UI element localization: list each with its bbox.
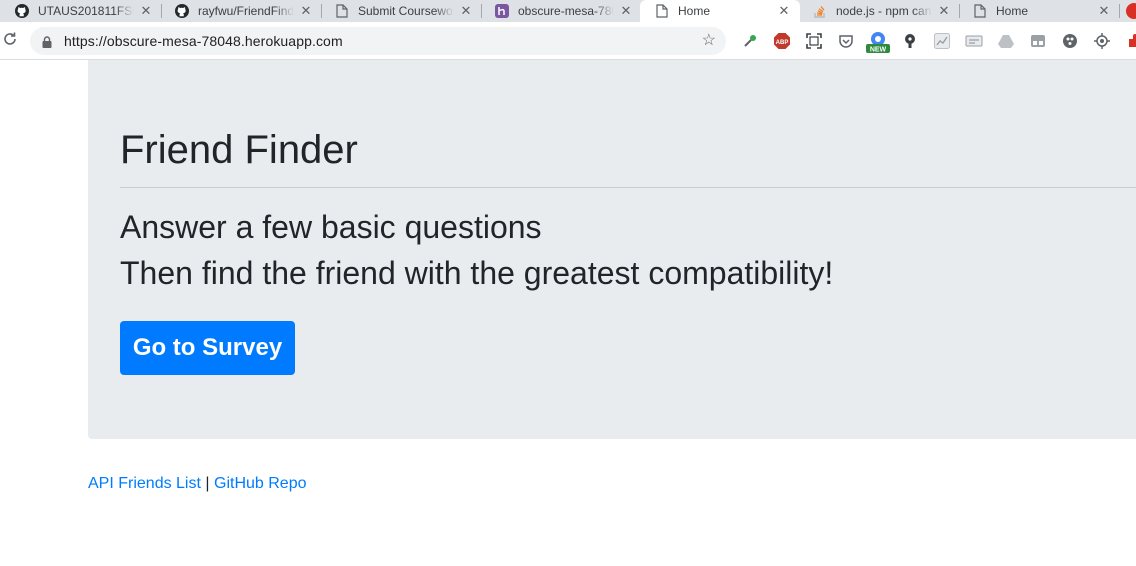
tab-divider — [1119, 4, 1120, 18]
divider — [120, 187, 1136, 188]
document-icon — [654, 3, 670, 19]
address-bar[interactable]: https://obscure-mesa-78048.herokuapp.com… — [30, 27, 726, 55]
adblock-icon[interactable]: ABP — [773, 32, 791, 50]
tab-divider — [161, 4, 162, 18]
keyhole-icon[interactable] — [901, 32, 919, 50]
audio-icon[interactable] — [1061, 32, 1079, 50]
page-title: Friend Finder — [120, 128, 358, 172]
shop-icon[interactable] — [965, 32, 983, 50]
tab-title: Submit Coursework — [358, 4, 454, 18]
drive-icon[interactable] — [997, 32, 1015, 50]
tab-divider — [481, 4, 482, 18]
tab-divider — [959, 4, 960, 18]
document-icon — [972, 3, 988, 19]
tab-title: node.js - npm cannot — [836, 4, 932, 18]
store-icon[interactable] — [1029, 32, 1047, 50]
new-badge-label: NEW — [870, 47, 887, 54]
close-icon[interactable]: ✕ — [776, 3, 792, 19]
close-icon[interactable]: ✕ — [298, 3, 314, 19]
pocket-icon[interactable] — [837, 32, 855, 50]
reload-icon[interactable] — [2, 31, 20, 49]
browser-toolbar: https://obscure-mesa-78048.herokuapp.com… — [0, 22, 1136, 60]
github-icon — [14, 3, 30, 19]
close-icon[interactable]: ✕ — [458, 3, 474, 19]
jumbotron: Friend Finder Answer a few basic questio… — [88, 60, 1136, 439]
dropper-icon[interactable] — [741, 32, 759, 50]
close-icon[interactable]: ✕ — [138, 3, 154, 19]
tab-divider — [321, 4, 322, 18]
tab-title: Home — [678, 4, 711, 18]
lead-line-2: Then find the friend with the greatest c… — [120, 255, 834, 291]
profile-icon[interactable] — [1126, 3, 1136, 19]
lock-icon — [42, 35, 52, 48]
target-icon[interactable] — [1093, 32, 1111, 50]
tab-title: obscure-mesa-78048 — [518, 4, 614, 18]
tab-stackoverflow[interactable]: node.js - npm cannot ✕ — [812, 0, 952, 22]
heroku-icon — [494, 3, 510, 19]
new-extension-icon[interactable]: NEW — [866, 30, 890, 54]
tab-friendfinder-repo[interactable]: rayfwu/FriendFinder ✕ — [174, 0, 314, 22]
close-icon[interactable]: ✕ — [936, 3, 952, 19]
bookmark-star-icon[interactable]: ☆ — [702, 32, 716, 50]
tab-strip: UTAUS201811FSF ✕ rayfwu/FriendFinder ✕ S… — [0, 0, 1136, 22]
tab-title: rayfwu/FriendFinder — [198, 4, 294, 18]
footer-links: API Friends List | GitHub Repo — [88, 474, 307, 494]
close-icon[interactable]: ✕ — [1096, 3, 1112, 19]
tab-submit-coursework[interactable]: Submit Coursework ✕ — [334, 0, 474, 22]
tab-home-active[interactable]: Home ✕ — [640, 0, 800, 22]
document-icon — [334, 3, 350, 19]
close-icon[interactable]: ✕ — [618, 3, 634, 19]
chart-icon[interactable] — [933, 32, 951, 50]
tab-title: UTAUS201811FSF — [38, 4, 134, 18]
tab-home[interactable]: Home ✕ — [972, 0, 1112, 22]
link-separator: | — [205, 475, 210, 492]
tab-obscure-mesa[interactable]: obscure-mesa-78048 ✕ — [494, 0, 634, 22]
url-text: https://obscure-mesa-78048.herokuapp.com — [64, 33, 343, 49]
lead-text: Answer a few basic questions Then find t… — [120, 204, 833, 296]
adblock-label: ABP — [776, 40, 789, 46]
lead-line-1: Answer a few basic questions — [120, 209, 542, 245]
github-repo-link[interactable]: GitHub Repo — [214, 475, 307, 492]
go-to-survey-button[interactable]: Go to Survey — [120, 321, 295, 375]
tab-utaus[interactable]: UTAUS201811FSF ✕ — [14, 0, 154, 22]
stackoverflow-icon — [812, 3, 828, 19]
tab-title: Home — [996, 4, 1029, 18]
puzzle-icon[interactable] — [1124, 32, 1136, 50]
github-icon — [174, 3, 190, 19]
screenshot-icon[interactable] — [805, 32, 823, 50]
api-friends-list-link[interactable]: API Friends List — [88, 475, 201, 492]
